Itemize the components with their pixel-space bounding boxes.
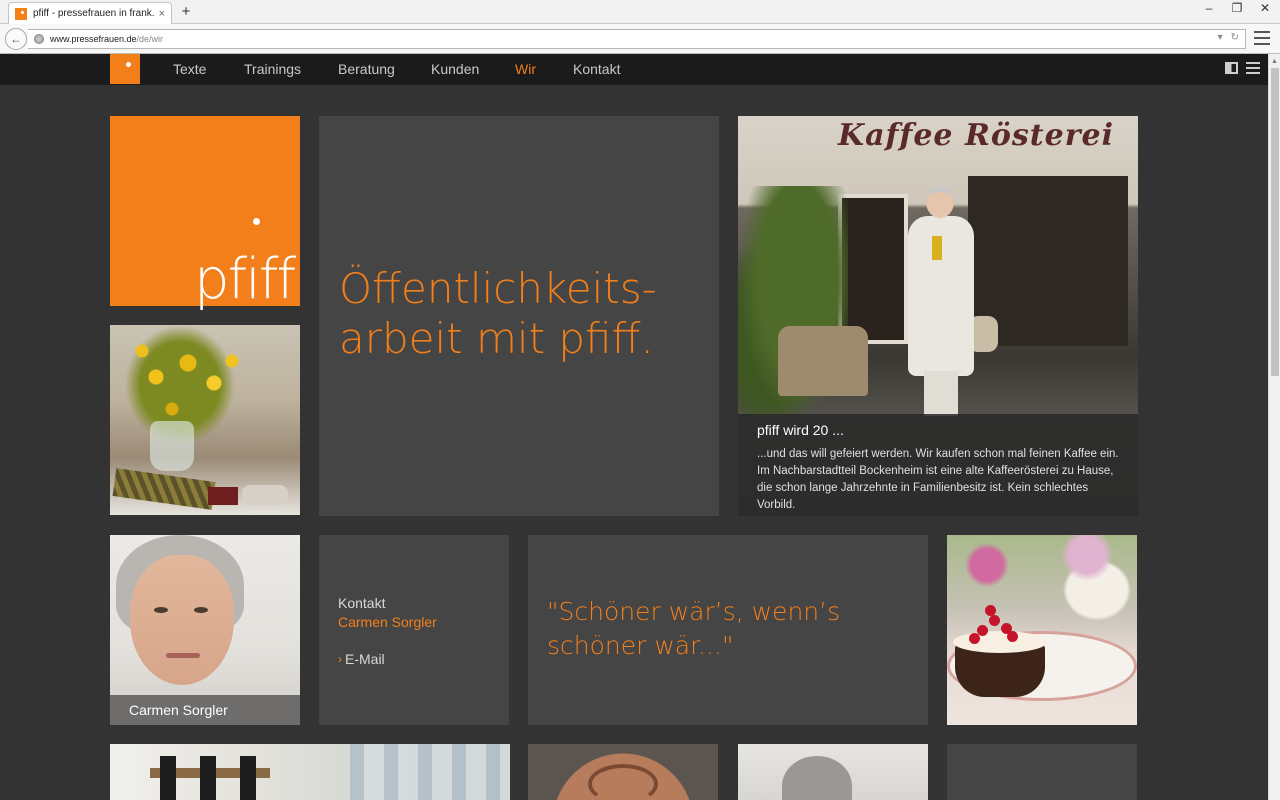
box <box>208 487 238 505</box>
site-nav: Texte Trainings Beratung Kunden Wir Kont… <box>0 54 1268 85</box>
tab-title: pfiff - pressefrauen in frank... <box>33 8 155 19</box>
chevron-right-icon: › <box>338 652 342 666</box>
tab-close-icon[interactable]: × <box>159 8 165 20</box>
hamburger-icon[interactable] <box>1246 62 1260 74</box>
flowers-photo <box>110 325 300 515</box>
nav-item-trainings[interactable]: Trainings <box>244 61 301 77</box>
email-link[interactable]: › E-Mail <box>338 651 490 667</box>
reload-icon[interactable]: ↻ <box>1231 32 1239 43</box>
portrait-name-bar: Carmen Sorgler <box>110 695 300 725</box>
kaffee-teaser[interactable]: Kaffee Rösterei pfiff wird 20 ... ...und… <box>738 116 1138 516</box>
minimize-button[interactable]: – <box>1202 1 1216 15</box>
kaffee-caption: pfiff wird 20 ... ...und das will gefeie… <box>738 414 1138 516</box>
kaffee-title[interactable]: pfiff wird 20 ... <box>757 422 1119 438</box>
scroll-thumb[interactable] <box>1271 68 1279 376</box>
contact-tile: Kontakt Carmen Sorgler › E-Mail <box>319 535 509 725</box>
fabric <box>112 468 216 510</box>
nav-icons <box>1225 62 1260 74</box>
coin-photo <box>528 744 718 800</box>
nav-item-kunden[interactable]: Kunden <box>431 61 479 77</box>
panel-toggle-icon[interactable] <box>1225 62 1238 74</box>
portrait-photo: Carmen Sorgler <box>110 535 300 725</box>
man-photo <box>738 744 928 800</box>
kaffee-sign: Kaffee Rösterei <box>838 118 1115 153</box>
cloth <box>242 485 288 505</box>
dropdown-icon[interactable]: ▾ <box>1218 32 1223 43</box>
headline-tile: Öffentlichkeits-arbeit mit pfiff. <box>319 116 719 516</box>
browser-menu-icon[interactable] <box>1254 31 1270 45</box>
empty-tile <box>947 744 1137 800</box>
nav-item-kontakt[interactable]: Kontakt <box>573 61 620 77</box>
coffee-sacks <box>778 326 868 396</box>
globe-icon <box>34 34 44 44</box>
close-window-button[interactable]: ✕ <box>1258 1 1272 15</box>
new-tab-button[interactable]: + <box>178 3 194 20</box>
logo-wordmark: pfiff <box>194 247 296 312</box>
portrait-name: Carmen Sorgler <box>129 702 228 718</box>
url-host: www.pressefrauen.de <box>50 34 137 44</box>
quote-text: "Schöner wär’s, wenn’s schöner wär..." <box>547 597 841 660</box>
contact-label: Kontakt <box>338 595 386 611</box>
address-bar[interactable]: www.pressefrauen.de /de/wir ▾ ↻ <box>28 29 1246 49</box>
nav-item-wir[interactable]: Wir <box>515 61 536 77</box>
browser-tabstrip: pfiff - pressefrauen in frank... × + – ❐… <box>0 0 1280 24</box>
pfiff-logo-tile: pfiff <box>110 116 300 312</box>
url-tools: ▾ ↻ <box>1218 32 1239 43</box>
scroll-up-arrow-icon[interactable]: ▲ <box>1271 58 1278 65</box>
quote-tile: "Schöner wär’s, wenn’s schöner wär..." <box>528 535 928 725</box>
back-arrow-icon: ← <box>10 32 22 46</box>
cake-photo <box>947 535 1137 725</box>
window-controls: – ❐ ✕ <box>1202 0 1272 16</box>
favicon-icon <box>15 7 27 20</box>
restore-button[interactable]: ❐ <box>1230 1 1244 15</box>
nav-item-beratung[interactable]: Beratung <box>338 61 395 77</box>
browser-tab[interactable]: pfiff - pressefrauen in frank... × <box>8 2 172 24</box>
door <box>838 194 908 344</box>
page-headline: Öffentlichkeits-arbeit mit pfiff. <box>339 264 657 363</box>
room-photo <box>110 744 510 800</box>
nav-item-texte[interactable]: Texte <box>173 61 206 77</box>
email-label: E-Mail <box>345 651 385 667</box>
logo-dot <box>253 218 260 225</box>
page-scrollbar[interactable]: ▲ <box>1268 54 1280 800</box>
woman-figure <box>906 186 976 416</box>
kaffee-text: ...und das will gefeiert werden. Wir kau… <box>757 448 1119 511</box>
back-button[interactable]: ← <box>5 28 27 50</box>
contact-name-link[interactable]: Carmen Sorgler <box>338 613 490 632</box>
vase <box>150 421 194 471</box>
nav-logo[interactable] <box>110 54 140 84</box>
url-path: /de/wir <box>136 34 164 44</box>
browser-toolbar: ← www.pressefrauen.de /de/wir ▾ ↻ <box>0 24 1280 54</box>
